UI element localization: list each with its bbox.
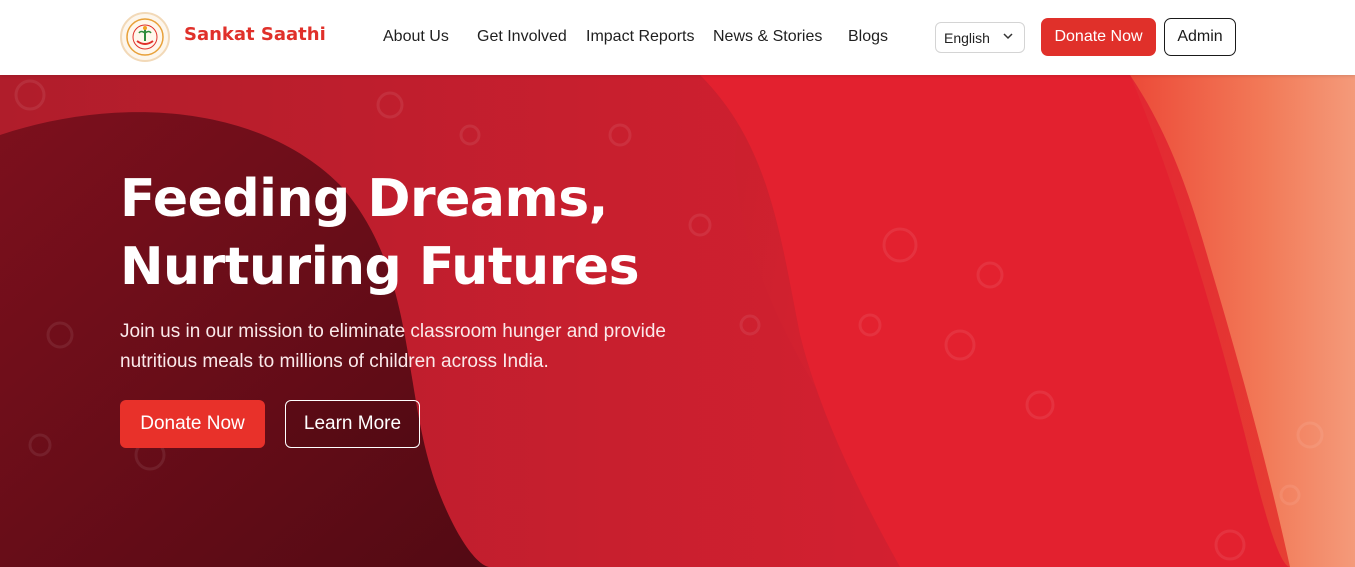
chevron-down-icon: [1003, 33, 1013, 40]
nav-about-us[interactable]: About Us: [383, 28, 449, 46]
nav-get-involved[interactable]: Get Involved: [477, 28, 567, 46]
donate-now-header-button[interactable]: Donate Now: [1041, 18, 1156, 56]
hero-title-line1: Feeding Dreams,: [120, 169, 608, 229]
hero-title-line2: Nurturing Futures: [120, 237, 640, 297]
site-header: Sankat Saathi About Us Get Involved Impa…: [0, 0, 1355, 75]
donate-now-hero-button[interactable]: Donate Now: [120, 400, 265, 448]
learn-more-button[interactable]: Learn More: [285, 400, 420, 448]
nav-blogs[interactable]: Blogs: [848, 28, 888, 46]
admin-button[interactable]: Admin: [1164, 18, 1236, 56]
nav-news-stories[interactable]: News & Stories: [713, 28, 822, 46]
language-select[interactable]: English: [935, 22, 1025, 53]
logo-emblem[interactable]: [120, 12, 170, 62]
hero-section: Feeding Dreams, Nurturing Futures Join u…: [0, 75, 1355, 567]
hero-subtitle-line2: nutritious meals to millions of children…: [120, 351, 549, 372]
language-select-value: English: [944, 29, 990, 46]
hero-subtitle: Join us in our mission to eliminate clas…: [120, 317, 720, 377]
nav-impact-reports[interactable]: Impact Reports: [586, 28, 694, 46]
hero-title: Feeding Dreams, Nurturing Futures: [120, 165, 820, 301]
brand-name[interactable]: Sankat Saathi: [184, 24, 326, 45]
logo-icon: [126, 18, 164, 56]
hero-subtitle-line1: Join us in our mission to eliminate clas…: [120, 321, 666, 342]
